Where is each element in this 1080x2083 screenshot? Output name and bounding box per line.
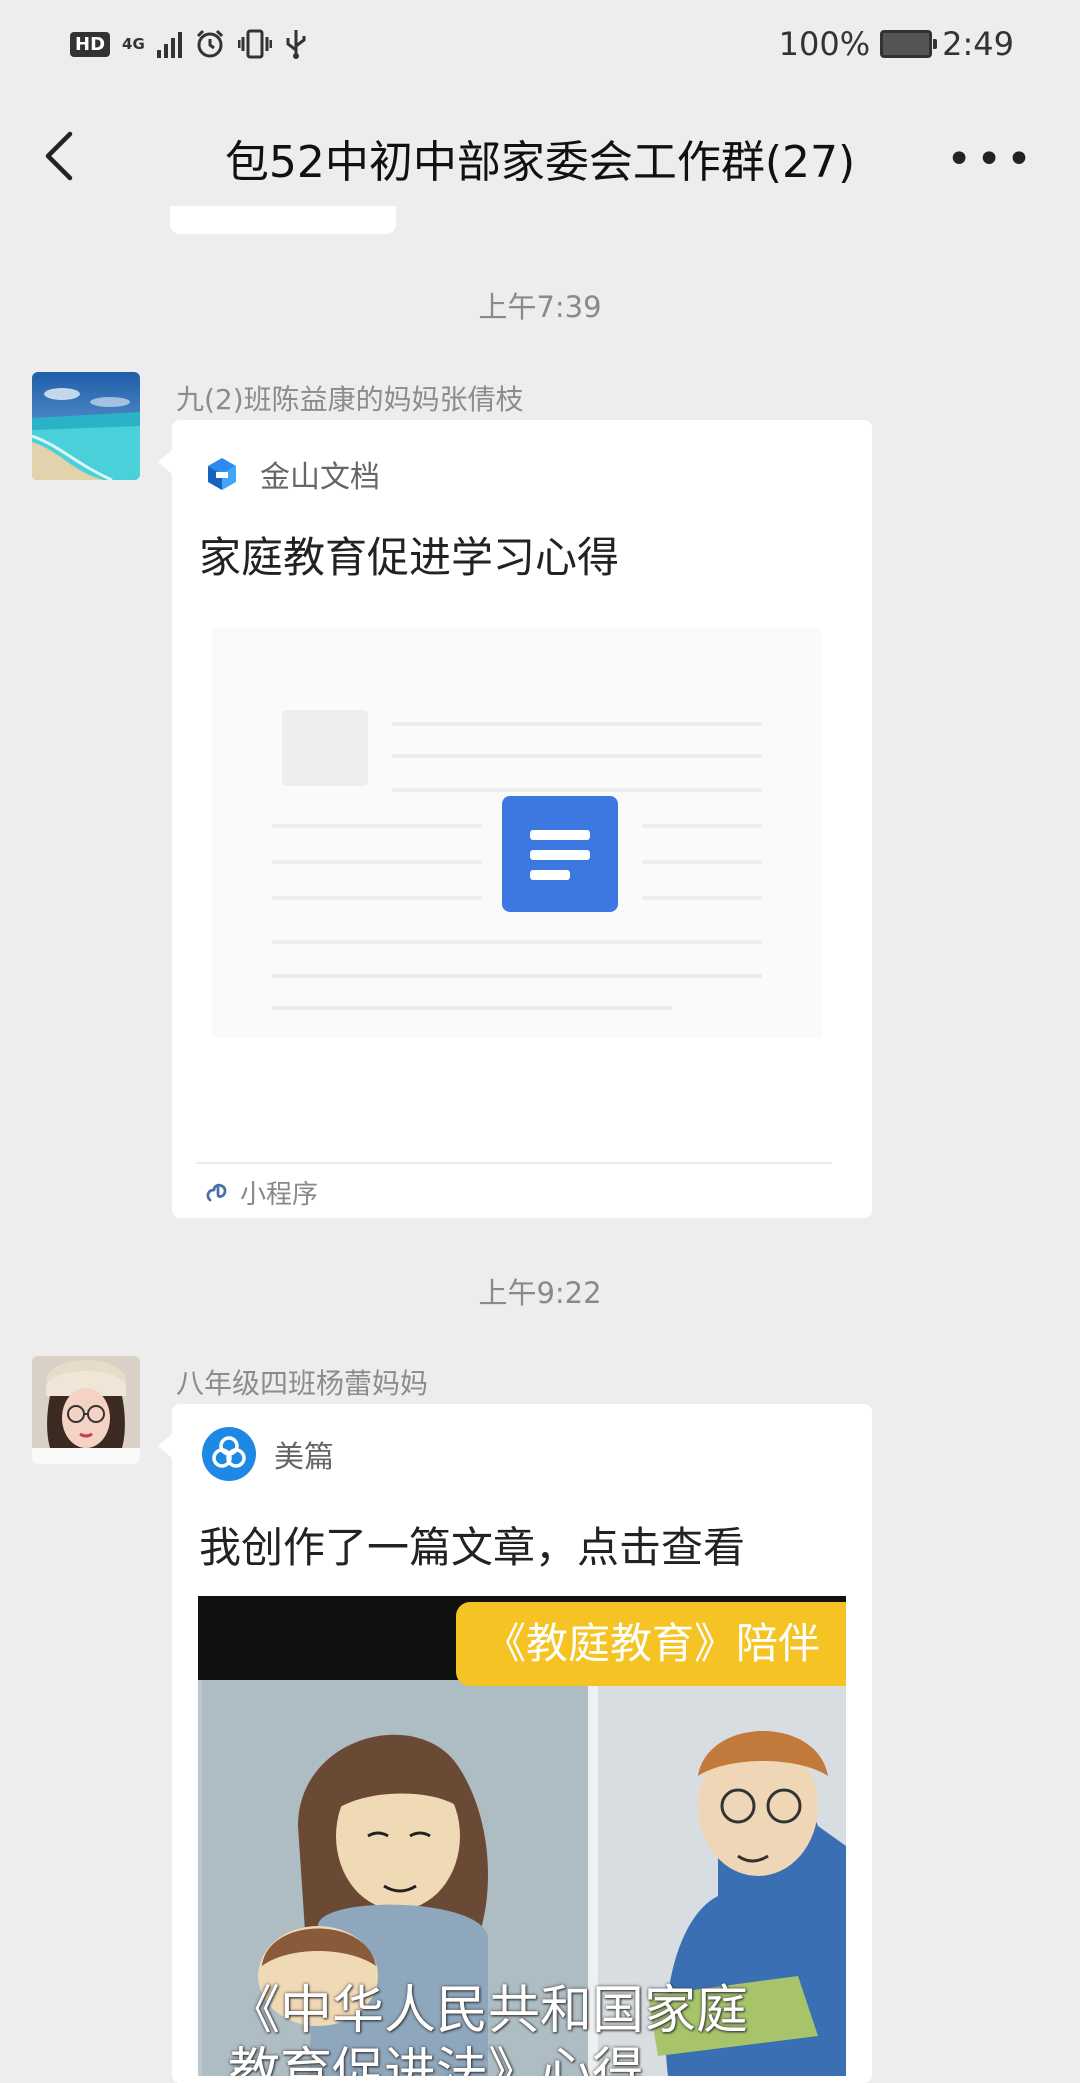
back-arrow-icon[interactable] xyxy=(36,128,86,184)
mini-program-label: 小程序 xyxy=(204,1170,318,1214)
mini-program-icon xyxy=(206,1183,227,1202)
status-right: 100% 2:49 xyxy=(779,22,1014,66)
clock: 2:49 xyxy=(942,25,1014,63)
document-icon xyxy=(502,796,618,912)
beach-avatar-image xyxy=(32,372,140,480)
mini-program-text: 小程序 xyxy=(240,1179,319,1210)
article-card[interactable]: 美篇 我创作了一篇文章，点击查看 《教庭教育》陪伴 《中华人民共和国家庭 教育促… xyxy=(158,1404,872,2083)
avatar[interactable] xyxy=(32,372,140,480)
article-cover-image: 《教庭教育》陪伴 《中华人民共和国家庭 教育促进法》心得 xyxy=(198,1596,846,2076)
battery-percent: 100% xyxy=(778,25,871,63)
more-options-icon[interactable]: ••• xyxy=(946,134,1036,185)
card-source: 金山文档 xyxy=(202,450,380,498)
woman-avatar-image xyxy=(32,1356,140,1464)
vibrate-icon xyxy=(237,29,272,59)
alarm-icon xyxy=(196,29,223,58)
kingsoft-docs-icon xyxy=(208,458,236,490)
card-title: 我创作了一篇文章，点击查看 xyxy=(199,1523,746,1572)
chat-title: 包52中初中部家委会工作群(27) xyxy=(224,137,856,188)
battery-icon xyxy=(880,30,938,58)
image-caption: 《中华人民共和国家庭 教育促进法》心得 xyxy=(228,1980,748,2076)
card-source: 美篇 xyxy=(202,1427,334,1481)
sender-name: 八年级四班杨蕾妈妈 xyxy=(176,1367,429,1400)
hd-icon: HD xyxy=(70,31,111,57)
mini-program-card[interactable]: 金山文档 家庭教育促进学习心得 小程序 xyxy=(158,420,872,1218)
image-caption-line2: 教育促进法》心得 xyxy=(228,2043,645,2076)
timestamp: 上午7:39 xyxy=(478,290,602,324)
meipian-icon xyxy=(202,1427,256,1481)
image-caption-line1: 《中华人民共和国家庭 xyxy=(228,1981,749,2041)
network-type-icon: 4G xyxy=(122,35,145,53)
signal-icon xyxy=(156,30,182,58)
avatar[interactable] xyxy=(32,1356,140,1464)
timestamp: 上午9:22 xyxy=(478,1276,602,1310)
image-badge: 《教庭教育》陪伴 xyxy=(456,1602,846,1686)
sender-name: 九(2)班陈益康的妈妈张倩枝 xyxy=(176,383,524,416)
card-title: 家庭教育促进学习心得 xyxy=(199,533,620,582)
status-bar: HD 4G 100% 2:49 xyxy=(0,0,1080,90)
chat-header: 包52中初中部家委会工作群(27) ••• xyxy=(0,104,1080,204)
app-name: 美篇 xyxy=(274,1440,334,1475)
usb-icon xyxy=(286,30,306,59)
previous-message-bubble[interactable] xyxy=(170,206,396,234)
app-name: 金山文档 xyxy=(260,460,380,495)
status-left: HD 4G xyxy=(70,24,308,64)
document-preview xyxy=(212,628,822,1038)
